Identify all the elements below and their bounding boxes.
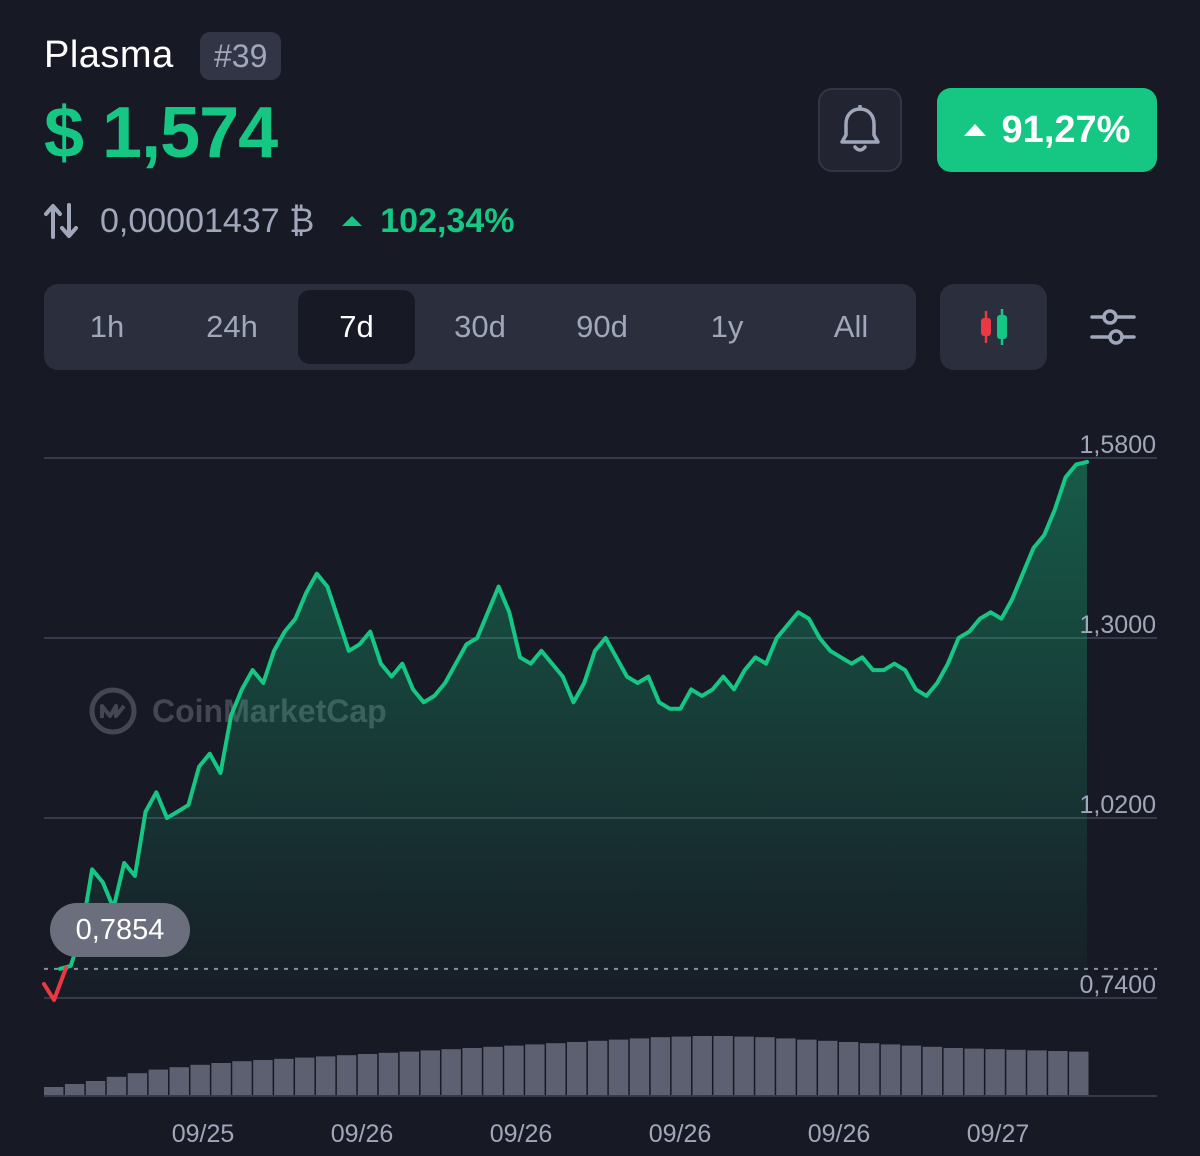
volume-bar (964, 1048, 984, 1096)
volume-bar (1069, 1051, 1089, 1096)
x-tick-label: 09/25 (171, 1120, 235, 1148)
volume-bar (755, 1037, 775, 1096)
volume-bar (336, 1055, 357, 1096)
volume-bar (650, 1037, 671, 1096)
volume-bar (190, 1064, 210, 1096)
volume-bar (483, 1046, 503, 1096)
volume-bar (985, 1049, 1005, 1096)
volume-bar (295, 1057, 315, 1096)
volume-bar (880, 1044, 901, 1096)
x-tick-label: 09/26 (807, 1120, 871, 1148)
volume-bar (629, 1038, 650, 1096)
volume-bar (462, 1048, 482, 1096)
x-tick-label: 09/27 (966, 1120, 1030, 1148)
volume-bar (838, 1042, 859, 1096)
volume-bar (1027, 1050, 1047, 1096)
volume-bar (797, 1039, 817, 1096)
y-tick-label: 1,5800 (1079, 431, 1156, 459)
volume-bar (274, 1058, 294, 1096)
volume-bar (85, 1081, 106, 1096)
volume-bar (587, 1040, 608, 1096)
volume-bar (1006, 1049, 1026, 1096)
volume-bar (776, 1038, 796, 1096)
volume-bar (148, 1069, 169, 1096)
volume-bar (713, 1036, 733, 1096)
volume-bar (734, 1036, 754, 1096)
volume-bar (546, 1043, 566, 1096)
volume-bar (567, 1042, 587, 1096)
volume-bar (211, 1063, 231, 1096)
volume-bar (127, 1073, 148, 1096)
volume-bar (1048, 1051, 1068, 1096)
volume-bar (525, 1044, 545, 1096)
volume-bar (232, 1061, 252, 1096)
volume-bar (378, 1052, 399, 1096)
volume-bar (64, 1084, 85, 1096)
volume-bar (608, 1039, 629, 1096)
y-tick-label: 1,3000 (1079, 611, 1156, 639)
volume-bar (106, 1076, 127, 1096)
volume-bar (818, 1040, 838, 1096)
y-tick-label: 0,7400 (1079, 971, 1156, 999)
start-price-label: 0,7854 (50, 903, 190, 957)
volume-bar (315, 1056, 336, 1096)
volume-bar (504, 1045, 524, 1096)
volume-bar (901, 1045, 922, 1096)
volume-bar (943, 1048, 963, 1096)
volume-bar (922, 1046, 943, 1096)
volume-bar (44, 1087, 64, 1096)
volume-bar (357, 1054, 378, 1096)
volume-bar (441, 1049, 461, 1096)
volume-bar (169, 1067, 189, 1096)
price-chart[interactable] (0, 0, 1200, 1156)
volume-bar (671, 1036, 692, 1096)
volume-bar (420, 1050, 440, 1096)
x-tick-label: 09/26 (648, 1120, 712, 1148)
volume-bar (253, 1060, 273, 1096)
volume-bar (399, 1051, 420, 1096)
x-tick-label: 09/26 (489, 1120, 553, 1148)
x-tick-label: 09/26 (330, 1120, 394, 1148)
volume-bar (859, 1043, 880, 1096)
volume-bar (692, 1036, 712, 1096)
price-area-fill (60, 461, 1087, 998)
y-tick-label: 1,0200 (1079, 791, 1156, 819)
